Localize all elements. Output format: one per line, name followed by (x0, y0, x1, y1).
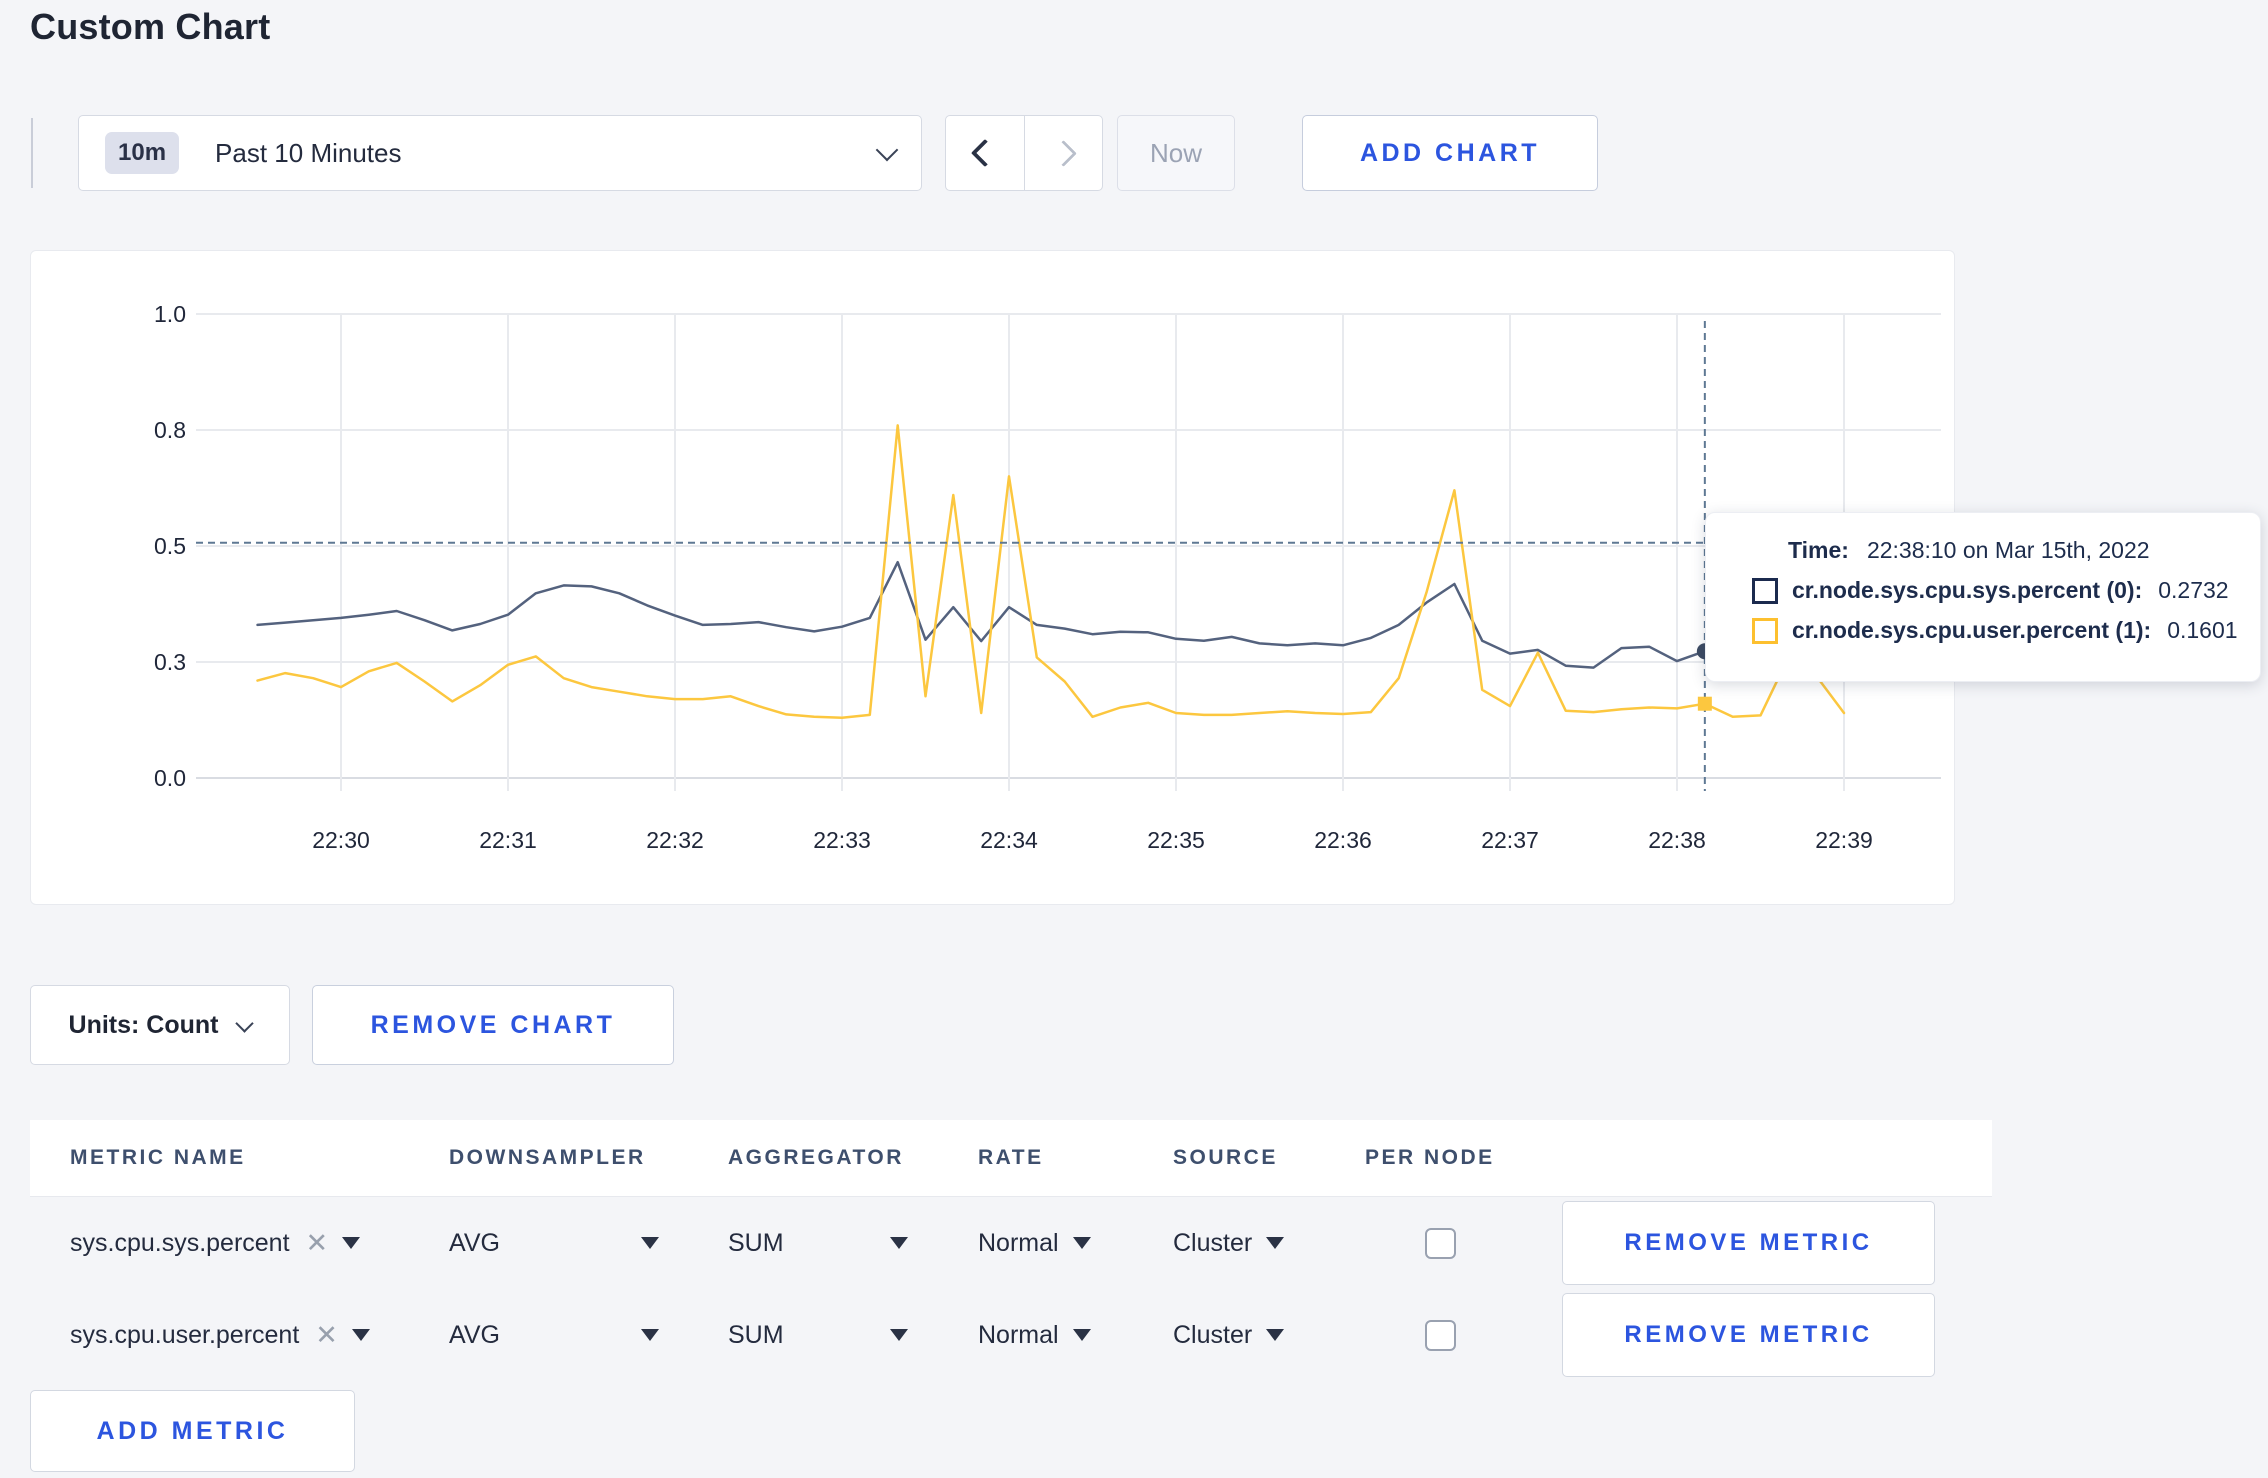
rate-value: Normal (978, 1228, 1059, 1257)
col-header-metric-name: METRIC NAME (70, 1146, 246, 1169)
downsampler-select[interactable]: AVG (449, 1229, 659, 1258)
clear-metric-icon[interactable]: ✕ (315, 1320, 338, 1351)
chevron-right-icon (1049, 139, 1077, 167)
tooltip-series-row: cr.node.sys.cpu.user.percent (1): 0.1601 (1752, 617, 2260, 644)
svg-text:22:32: 22:32 (646, 827, 704, 853)
col-header-source: SOURCE (1173, 1146, 1278, 1169)
metric-name: sys.cpu.user.percent (70, 1320, 300, 1349)
svg-text:22:30: 22:30 (312, 827, 370, 853)
col-header-downsampler: DOWNSAMPLER (449, 1146, 646, 1169)
caret-down-icon (1266, 1329, 1285, 1341)
caret-down-icon (641, 1237, 659, 1249)
svg-text:22:31: 22:31 (479, 827, 537, 853)
svg-text:1.0: 1.0 (154, 301, 186, 327)
caret-down-icon (890, 1329, 908, 1341)
per-node-checkbox[interactable] (1425, 1227, 1456, 1259)
units-select[interactable]: Units: Count (30, 985, 290, 1065)
tooltip-time-label: Time: (1788, 537, 1849, 563)
chevron-left-icon (970, 138, 999, 168)
remove-metric-button[interactable]: REMOVE METRIC (1562, 1201, 1935, 1285)
tooltip-series-value: 0.1601 (2167, 617, 2238, 643)
caret-down-icon (1072, 1329, 1091, 1341)
tooltip-time-row: Time: 22:38:10 on Mar 15th, 2022 (1752, 537, 2260, 564)
source-select[interactable]: Cluster (1173, 1321, 1365, 1350)
caret-down-icon (351, 1329, 370, 1341)
page-title: Custom Chart (30, 6, 271, 47)
units-label: Units: Count (68, 1010, 219, 1039)
downsampler-value: AVG (449, 1320, 500, 1349)
caret-down-icon (890, 1237, 908, 1249)
svg-text:22:36: 22:36 (1314, 827, 1372, 853)
caret-down-icon (342, 1237, 361, 1249)
series-user-legend-icon (1752, 617, 1778, 644)
toolbar-divider (31, 118, 33, 188)
source-value: Cluster (1173, 1320, 1253, 1349)
source-value: Cluster (1173, 1228, 1253, 1257)
metric-row: sys.cpu.user.percent ✕ AVG SUM Normal Cl… (30, 1289, 1992, 1381)
tooltip-series-row: cr.node.sys.cpu.sys.percent (0): 0.2732 (1752, 577, 2260, 604)
col-header-rate: RATE (978, 1146, 1044, 1169)
svg-text:22:39: 22:39 (1815, 827, 1873, 853)
caret-down-icon (641, 1329, 659, 1341)
metric-name-cell[interactable]: sys.cpu.user.percent ✕ (70, 1320, 449, 1351)
chart-tooltip: Time: 22:38:10 on Mar 15th, 2022 cr.node… (1705, 512, 2261, 682)
downsampler-select[interactable]: AVG (449, 1321, 659, 1350)
add-chart-button[interactable]: ADD CHART (1302, 115, 1598, 191)
aggregator-value: SUM (728, 1228, 784, 1257)
time-range-label: Past 10 Minutes (215, 137, 402, 168)
caret-down-icon (1072, 1237, 1091, 1249)
svg-text:22:37: 22:37 (1481, 827, 1539, 853)
svg-text:0.0: 0.0 (154, 765, 186, 791)
col-header-per-node: PER NODE (1365, 1146, 1495, 1169)
svg-text:22:35: 22:35 (1147, 827, 1205, 853)
time-nav-group (945, 115, 1103, 191)
metric-name-cell[interactable]: sys.cpu.sys.percent ✕ (70, 1228, 449, 1259)
time-forward-button[interactable] (1023, 116, 1103, 190)
aggregator-select[interactable]: SUM (728, 1229, 908, 1258)
time-range-badge: 10m (105, 132, 180, 174)
downsampler-value: AVG (449, 1228, 500, 1257)
rate-value: Normal (978, 1320, 1059, 1349)
aggregator-value: SUM (728, 1320, 784, 1349)
svg-text:0.8: 0.8 (154, 417, 186, 443)
chart-svg[interactable]: 0.0 0.3 0.5 0.8 1.0 22:30 22:31 22:32 22:33 22:34… (31, 251, 1953, 903)
metric-name: sys.cpu.sys.percent (70, 1228, 290, 1257)
metrics-table-header: METRIC NAME DOWNSAMPLER AGGREGATOR RATE … (30, 1120, 1992, 1197)
per-node-checkbox[interactable] (1425, 1319, 1456, 1351)
remove-chart-button[interactable]: REMOVE CHART (312, 985, 674, 1065)
rate-select[interactable]: Normal (978, 1229, 1173, 1258)
tooltip-series-label: cr.node.sys.cpu.user.percent (1): (1792, 617, 2152, 643)
series-sys-legend-icon (1752, 577, 1778, 604)
tooltip-series-label: cr.node.sys.cpu.sys.percent (0): (1792, 577, 2143, 603)
chevron-down-icon (235, 1013, 255, 1033)
col-header-aggregator: AGGREGATOR (728, 1146, 904, 1169)
chart-panel: 0.0 0.3 0.5 0.8 1.0 22:30 22:31 22:32 22:33 22:34… (30, 250, 1955, 905)
svg-text:0.5: 0.5 (154, 533, 186, 559)
clear-metric-icon[interactable]: ✕ (306, 1228, 329, 1259)
svg-text:22:34: 22:34 (980, 827, 1038, 853)
svg-text:0.3: 0.3 (154, 649, 186, 675)
chevron-down-icon (875, 138, 899, 162)
rate-select[interactable]: Normal (978, 1321, 1173, 1350)
svg-text:22:38: 22:38 (1648, 827, 1706, 853)
remove-metric-button[interactable]: REMOVE METRIC (1562, 1293, 1935, 1377)
add-metric-button[interactable]: ADD METRIC (30, 1390, 355, 1472)
tooltip-time-value: 22:38:10 on Mar 15th, 2022 (1866, 537, 2150, 563)
caret-down-icon (1266, 1237, 1285, 1249)
now-button[interactable]: Now (1117, 115, 1235, 191)
time-back-button[interactable] (946, 116, 1024, 190)
source-select[interactable]: Cluster (1173, 1229, 1365, 1258)
time-range-select[interactable]: 10m Past 10 Minutes (78, 115, 922, 191)
metrics-table: METRIC NAME DOWNSAMPLER AGGREGATOR RATE … (30, 1120, 1992, 1381)
aggregator-select[interactable]: SUM (728, 1321, 908, 1350)
tooltip-series-value: 0.2732 (2158, 577, 2229, 603)
svg-text:22:33: 22:33 (813, 827, 871, 853)
metric-row: sys.cpu.sys.percent ✕ AVG SUM Normal Clu… (30, 1197, 1992, 1289)
